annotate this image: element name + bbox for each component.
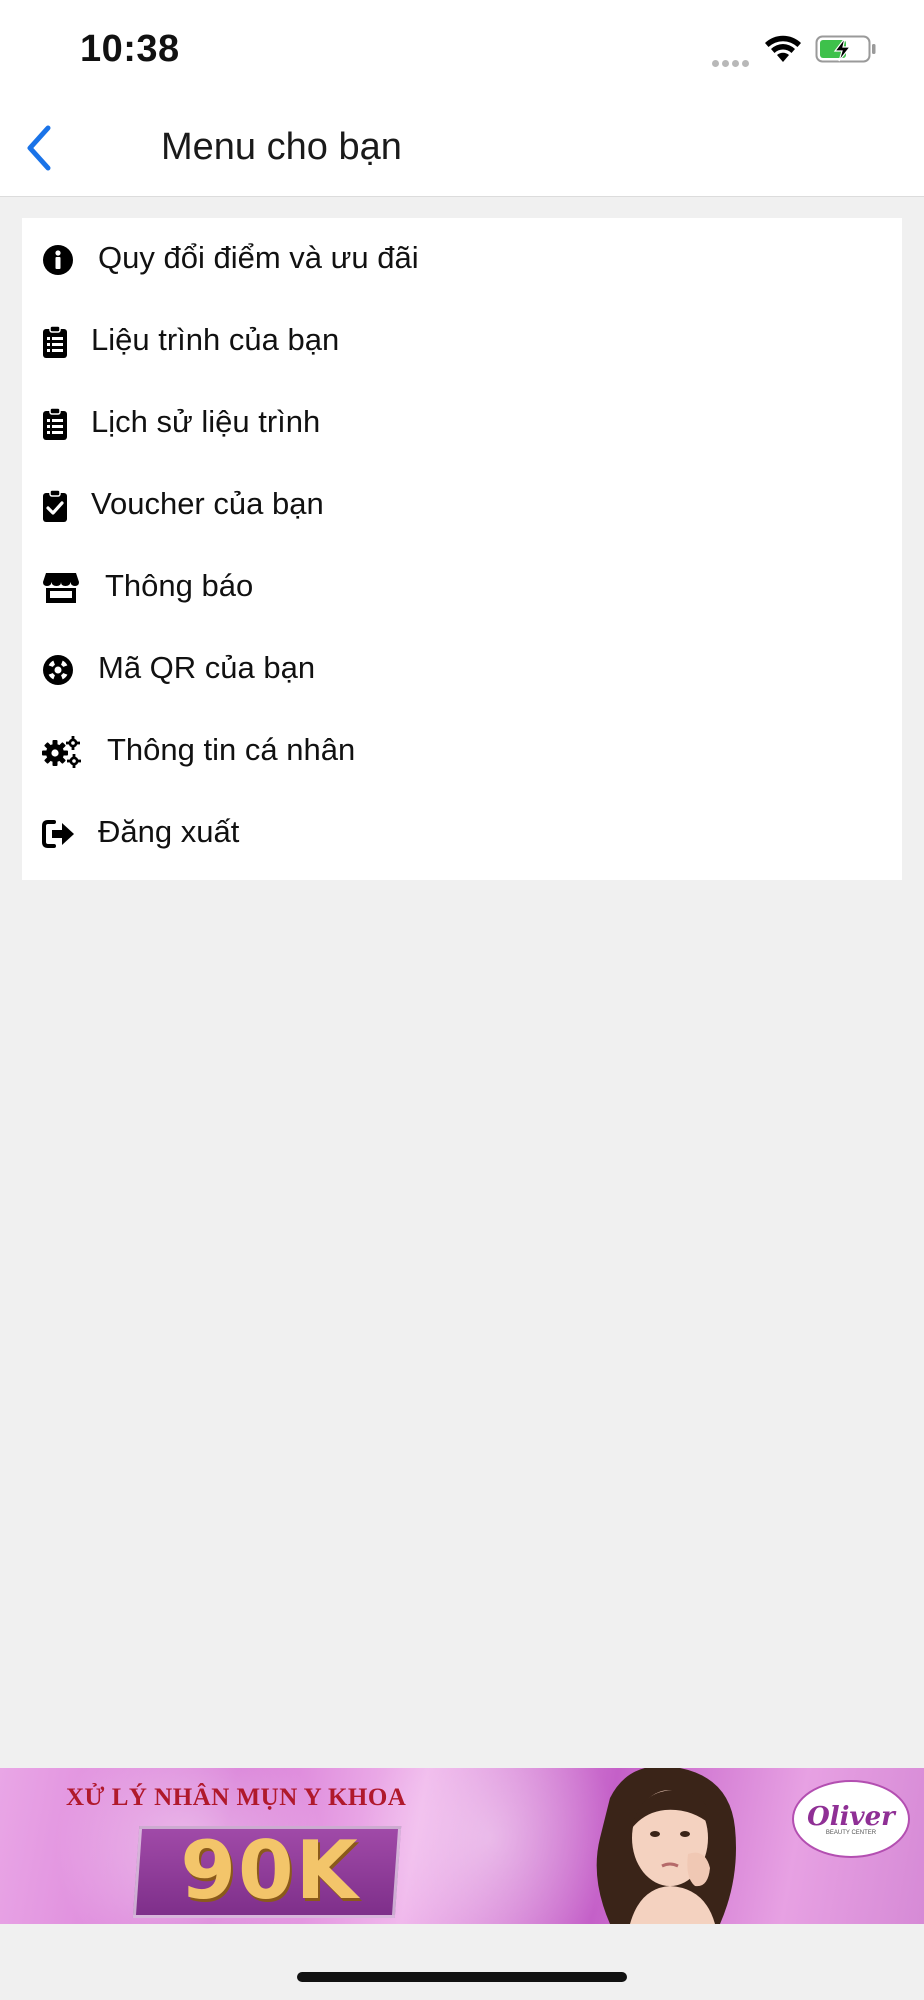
promo-banner[interactable]: XỬ LÝ NHÂN MỤN Y KHOA 90K Oliver BEAUTY … (0, 1768, 924, 1924)
menu-item-label: Voucher của bạn (91, 486, 324, 521)
menu-item-label: Thông báo (105, 568, 254, 603)
menu-item-logout[interactable]: Đăng xuất (22, 792, 902, 874)
back-button[interactable] (10, 120, 68, 176)
menu-item-label: Liệu trình của bạn (91, 322, 340, 357)
sign-out-icon (42, 816, 82, 852)
clipboard-check-icon (42, 488, 82, 524)
cellular-signal-icon (712, 54, 754, 67)
nav-bar: Menu cho bạn (0, 100, 924, 197)
chevron-left-icon (27, 125, 51, 171)
menu-item-notifications[interactable]: Thông báo (22, 546, 902, 628)
menu-item-label: Quy đổi điểm và ưu đãi (98, 240, 419, 275)
menu-item-treatment-history[interactable]: Lịch sử liệu trình (22, 382, 902, 464)
banner-logo-subtext: BEAUTY CENTER (825, 1830, 877, 1836)
battery-charging-icon (815, 35, 876, 63)
menu-item-redeem-points[interactable]: Quy đổi điểm và ưu đãi (22, 218, 902, 300)
store-icon (42, 570, 82, 606)
cogs-icon (42, 734, 82, 770)
menu-item-label: Thông tin cá nhân (107, 732, 356, 767)
menu-item-your-treatments[interactable]: Liệu trình của bạn (22, 300, 902, 382)
menu-item-label: Mã QR của bạn (98, 650, 316, 685)
info-circle-icon (42, 242, 82, 278)
banner-headline: XỬ LÝ NHÂN MỤN Y KHOA (66, 1784, 407, 1811)
status-bar: 10:38 (0, 0, 924, 100)
menu-item-your-qr-code[interactable]: Mã QR của bạn (22, 628, 902, 710)
bottom-safe-area (0, 1924, 924, 2000)
banner-price: 90K (180, 1824, 360, 1917)
banner-logo-text: Oliver (807, 1802, 895, 1832)
banner-logo: Oliver BEAUTY CENTER (792, 1780, 910, 1858)
wifi-icon (765, 35, 801, 62)
home-indicator[interactable] (297, 1972, 627, 1982)
page-title: Menu cho bạn (161, 126, 402, 168)
menu-item-label: Lịch sử liệu trình (91, 404, 321, 439)
menu-list: Quy đổi điểm và ưu đãi Liệu trình của bạ… (22, 218, 902, 880)
menu-item-personal-info[interactable]: Thông tin cá nhân (22, 710, 902, 792)
menu-item-label: Đăng xuất (98, 814, 240, 849)
banner-model-image (596, 1768, 736, 1924)
status-time: 10:38 (80, 28, 180, 70)
menu-item-your-vouchers[interactable]: Voucher của bạn (22, 464, 902, 546)
life-ring-icon (42, 652, 82, 688)
clipboard-list-icon (42, 324, 82, 360)
clipboard-list-icon (42, 406, 82, 442)
